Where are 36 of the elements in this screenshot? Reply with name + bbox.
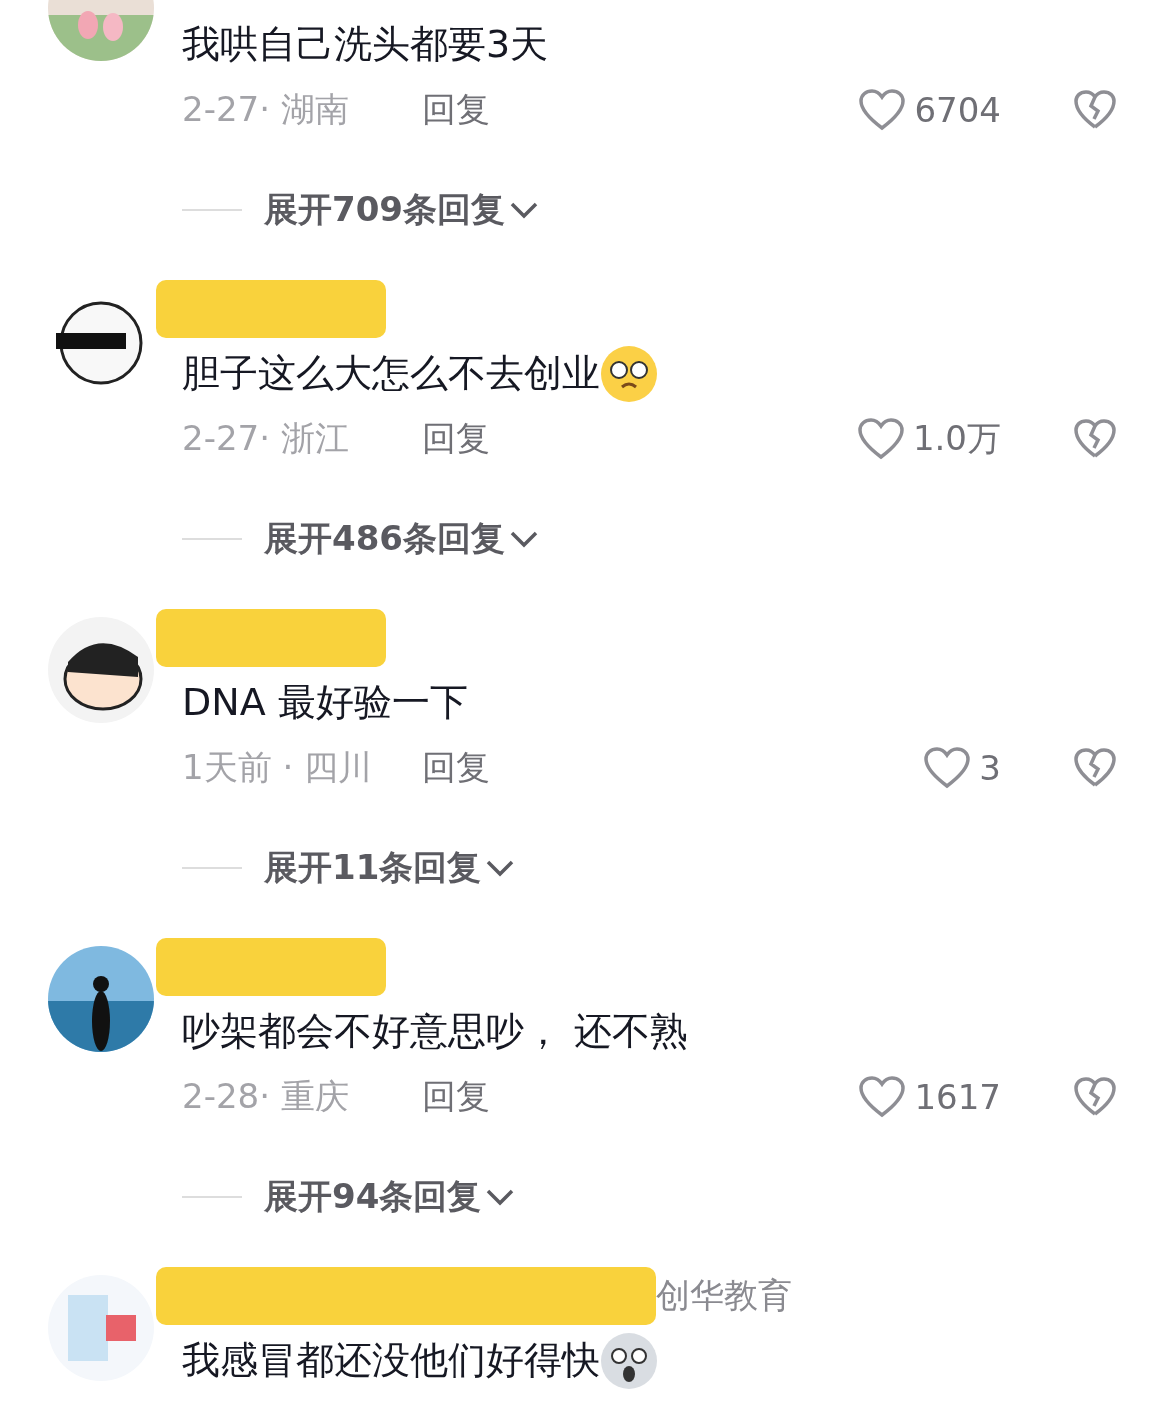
expand-replies-button[interactable]: 展开94条回复 [264,1174,516,1220]
expand-replies-button[interactable]: 展开709条回复 [264,187,539,233]
comment-date-location: 2-28· 重庆 [182,1074,350,1118]
comment-date-location: 2-27· 湖南 [182,87,350,131]
expand-replies-button[interactable]: 展开11条回复 [264,845,516,891]
shocked-emoji-icon [600,1331,658,1390]
reply-link[interactable]: 回复 [422,86,490,133]
like-icon[interactable] [858,87,907,132]
comment-date-location: 1天前 · 四川 [182,745,374,789]
like-count: 3 [979,747,1001,788]
reply-link[interactable]: 回复 [422,415,490,462]
chevron-down-icon [485,1187,516,1207]
pleading-emoji-icon [600,344,658,403]
broken-heart-icon[interactable] [1073,1075,1117,1118]
username[interactable]: 创华教育 [656,1272,792,1319]
like-icon[interactable] [856,416,905,461]
reply-link[interactable]: 回复 [422,744,490,791]
like-count: 6704 [914,89,1001,130]
chevron-down-icon [509,200,539,220]
comment-text: 胆子这么大怎么不去创业 [182,350,600,397]
like-icon[interactable] [858,1074,907,1119]
comment-text: 我哄自己洗头都要3天 [182,21,549,68]
chevron-down-icon [509,529,539,549]
comment-text: 我感冒都还没他们好得快 [182,1337,600,1384]
comment-text: DNA 最好验一下 [182,679,468,726]
comment-date-location: 2-27· 浙江 [182,416,350,460]
expand-replies-button[interactable]: 展开486条回复 [264,516,539,562]
broken-heart-icon[interactable] [1073,88,1117,131]
like-count: 1.0万 [912,416,1001,460]
like-count: 1617 [914,1076,1001,1117]
reply-link[interactable]: 回复 [422,1073,490,1120]
like-icon[interactable] [923,745,972,790]
broken-heart-icon[interactable] [1073,417,1117,460]
chevron-down-icon [485,858,516,878]
comment-text: 吵架都会不好意思吵， 还不熟 [182,1008,689,1055]
broken-heart-icon[interactable] [1073,746,1117,789]
